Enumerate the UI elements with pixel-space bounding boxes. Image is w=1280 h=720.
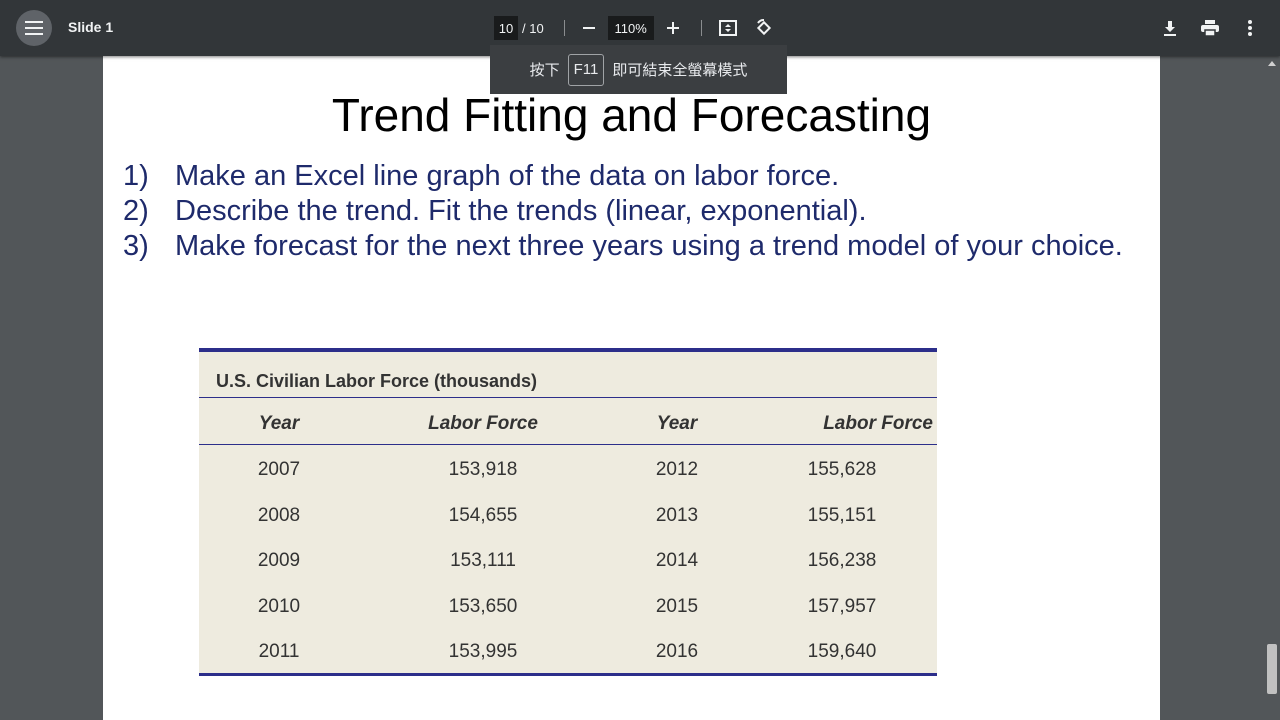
list-item: 3) Make forecast for the next three year… [123, 230, 1123, 265]
slide-title: Trend Fitting and Forecasting [331, 89, 932, 141]
header-labor-force: Labor Force [823, 413, 933, 434]
table-cell: 157,957 [807, 595, 877, 617]
header-labor-force: Labor Force [428, 413, 538, 434]
table-row: 2008 154,655 2013 155,151 [199, 491, 937, 537]
table-cell: 2016 [655, 641, 699, 663]
divider [563, 20, 565, 36]
table-row: 2010 153,650 2015 157,957 [199, 582, 937, 628]
table-cell: 2007 [257, 459, 301, 480]
divider [700, 20, 702, 36]
list-item: 2) Describe the trend. Fit the trends (l… [123, 195, 1123, 230]
plus-icon [666, 22, 679, 34]
zoom-out-button[interactable] [575, 14, 603, 42]
table-header-row: Year Labor Force Year Labor Force [199, 398, 937, 445]
hint-text-after: 即可結束全螢幕模式 [612, 62, 748, 79]
table-cell: 155,151 [807, 504, 877, 526]
more-vert-icon [1248, 20, 1252, 36]
rotate-button[interactable] [750, 14, 778, 42]
table-row: 2009 153,111 2014 156,238 [199, 536, 937, 582]
list-item-number: 2) [123, 195, 149, 227]
list-item: 1) Make an Excel line graph of the data … [123, 160, 1123, 195]
print-button[interactable] [1194, 12, 1226, 44]
pdf-page: Trend Fitting and Forecasting 1) Make an… [103, 56, 1160, 720]
table-cell: 2013 [655, 504, 699, 526]
table-cell: 153,650 [448, 595, 518, 617]
fit-page-icon [718, 20, 737, 36]
menu-button[interactable] [16, 10, 52, 46]
list-item-text: Make forecast for the next three years u… [175, 230, 1123, 262]
table-cell: 153,918 [448, 459, 518, 480]
list-item-text: Make an Excel line graph of the data on … [175, 160, 840, 192]
table-cell: 155,628 [807, 459, 877, 480]
more-actions-button[interactable] [1234, 12, 1266, 44]
table-cell: 2009 [257, 550, 301, 572]
download-icon [1164, 21, 1176, 36]
page-total: / 10 [522, 20, 544, 36]
zoom-in-button[interactable] [659, 14, 687, 42]
scrollbar-thumb[interactable] [1267, 644, 1277, 694]
hint-text-before: 按下 [529, 62, 560, 79]
print-icon [1201, 20, 1219, 36]
table-cell: 159,640 [807, 641, 877, 663]
table-cell: 156,238 [807, 550, 877, 572]
labor-force-table: U.S. Civilian Labor Force (thousands) Ye… [199, 348, 937, 676]
list-item-number: 3) [123, 230, 149, 262]
vertical-scrollbar[interactable] [1264, 56, 1280, 720]
table-row: 2007 153,918 2012 155,628 [199, 445, 937, 491]
menu-icon [25, 21, 43, 35]
table-cell: 2012 [655, 459, 699, 480]
table-cell: 153,995 [448, 641, 518, 663]
table-cell: 2010 [257, 595, 301, 617]
list-item-text: Describe the trend. Fit the trends (line… [175, 195, 867, 227]
fit-page-button[interactable] [714, 14, 742, 42]
page-number-input[interactable] [494, 16, 518, 40]
toolbar-actions [1154, 12, 1266, 44]
table-cell: 2008 [257, 504, 301, 526]
instruction-list: 1) Make an Excel line graph of the data … [123, 160, 1123, 265]
table-cell: 2015 [655, 595, 699, 617]
table-cell: 2011 [258, 641, 300, 663]
page-zoom-controls: / 10 [494, 16, 778, 40]
table-caption: U.S. Civilian Labor Force (thousands) [199, 352, 937, 398]
zoom-input[interactable] [607, 16, 654, 40]
table-cell: 2014 [655, 550, 699, 572]
header-year: Year [258, 413, 300, 434]
hint-key: F11 [567, 53, 605, 86]
document-title: Slide 1 [68, 19, 114, 35]
table-cell: 154,655 [448, 504, 518, 526]
fullscreen-exit-hint: 按下 F11 即可結束全螢幕模式 [490, 45, 787, 94]
minus-icon [582, 27, 595, 29]
table-row: 2011 153,995 2016 159,640 [199, 627, 937, 673]
header-year: Year [656, 413, 698, 434]
list-item-number: 1) [123, 160, 149, 192]
download-button[interactable] [1154, 12, 1186, 44]
scroll-up-arrow-icon[interactable] [1268, 61, 1276, 66]
rotate-icon [756, 19, 771, 36]
table-cell: 153,111 [450, 550, 516, 572]
